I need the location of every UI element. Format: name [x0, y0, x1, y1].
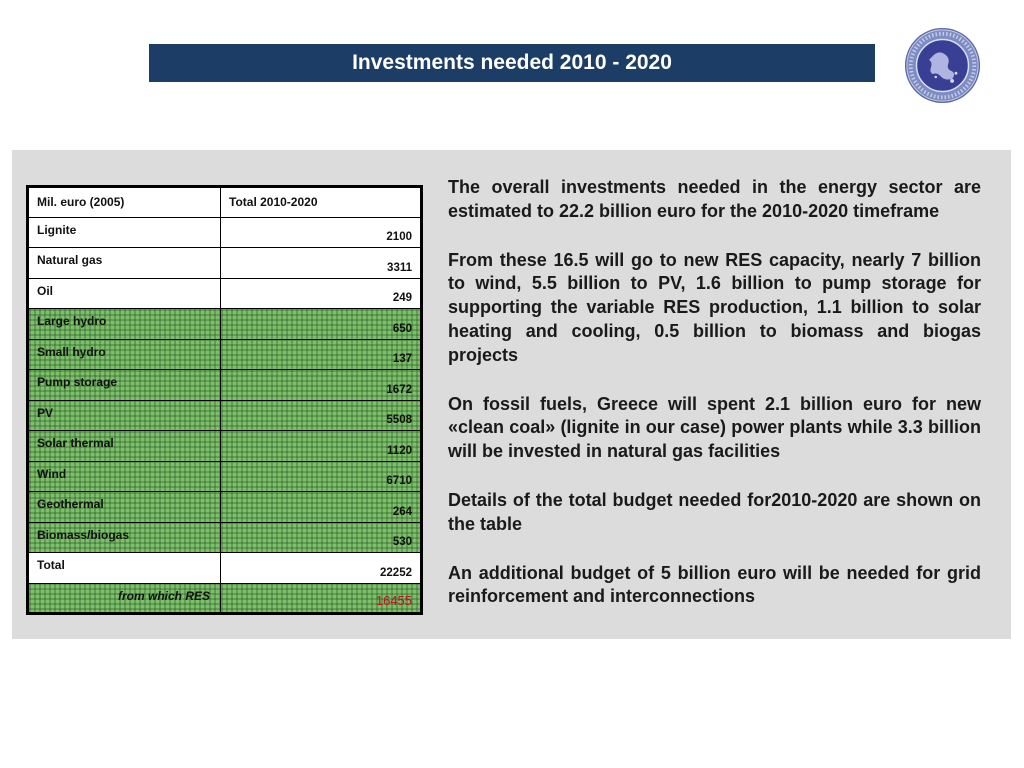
row-value: 2100: [220, 216, 422, 248]
res-label: from which RES: [27, 582, 221, 614]
paragraph: An additional budget of 5 billion euro w…: [448, 562, 981, 607]
res-value: 16455: [220, 582, 422, 614]
row-label: PV: [27, 399, 221, 431]
table-row: Lignite 2100: [27, 216, 422, 248]
table-row: Natural gas 3311: [27, 247, 422, 279]
table-row: Large hydro 650: [27, 308, 422, 340]
slide-title: Investments needed 2010 - 2020: [149, 44, 875, 82]
row-label: Large hydro: [27, 308, 221, 340]
row-value: 3311: [220, 247, 422, 279]
row-label: Geothermal: [27, 491, 221, 523]
table-row: Oil 249: [27, 277, 422, 309]
row-value: 6710: [220, 460, 422, 492]
row-value: 530: [220, 521, 422, 553]
row-label: Oil: [27, 277, 221, 309]
table-row: Geothermal 264: [27, 491, 422, 523]
paragraph: From these 16.5 will go to new RES capac…: [448, 249, 981, 365]
table-header-cell: Total 2010-2020: [220, 186, 422, 218]
table-total-row: Total 22252: [27, 552, 422, 584]
row-value: 5508: [220, 399, 422, 431]
row-label: Wind: [27, 460, 221, 492]
table-row: Small hydro 137: [27, 338, 422, 370]
total-value: 22252: [220, 552, 422, 584]
table-row: Wind 6710: [27, 460, 422, 492]
row-label: Solar thermal: [27, 430, 221, 462]
body-text: The overall investments needed in the en…: [448, 176, 981, 634]
row-value: 137: [220, 338, 422, 370]
slide-title-text: Investments needed 2010 - 2020: [352, 51, 672, 74]
total-label: Total: [27, 552, 221, 584]
row-label: Small hydro: [27, 338, 221, 370]
paragraph: The overall investments needed in the en…: [448, 177, 981, 221]
table-row: Pump storage 1672: [27, 369, 422, 401]
row-value: 1672: [220, 369, 422, 401]
table-header-row: Mil. euro (2005) Total 2010-2020: [27, 186, 422, 218]
table-row: Solar thermal 1120: [27, 430, 422, 462]
row-value: 650: [220, 308, 422, 340]
row-value: 1120: [220, 430, 422, 462]
row-label: Pump storage: [27, 369, 221, 401]
row-value: 249: [220, 277, 422, 309]
table-header-cell: Mil. euro (2005): [27, 186, 221, 218]
row-label: Natural gas: [27, 247, 221, 279]
row-label: Biomass/biogas: [27, 521, 221, 553]
greek-energy-seal-logo-icon: [904, 27, 981, 104]
paragraph: Details of the total budget needed for20…: [448, 489, 981, 534]
paragraph: On fossil fuels, Greece will spent 2.1 b…: [448, 393, 981, 462]
row-label: Lignite: [27, 216, 221, 248]
row-value: 264: [220, 491, 422, 523]
table-row: Biomass/biogas 530: [27, 521, 422, 553]
table-res-row: from which RES 16455: [27, 582, 422, 614]
table-row: PV 5508: [27, 399, 422, 431]
investment-table: Mil. euro (2005) Total 2010-2020 Lignite…: [26, 185, 423, 615]
